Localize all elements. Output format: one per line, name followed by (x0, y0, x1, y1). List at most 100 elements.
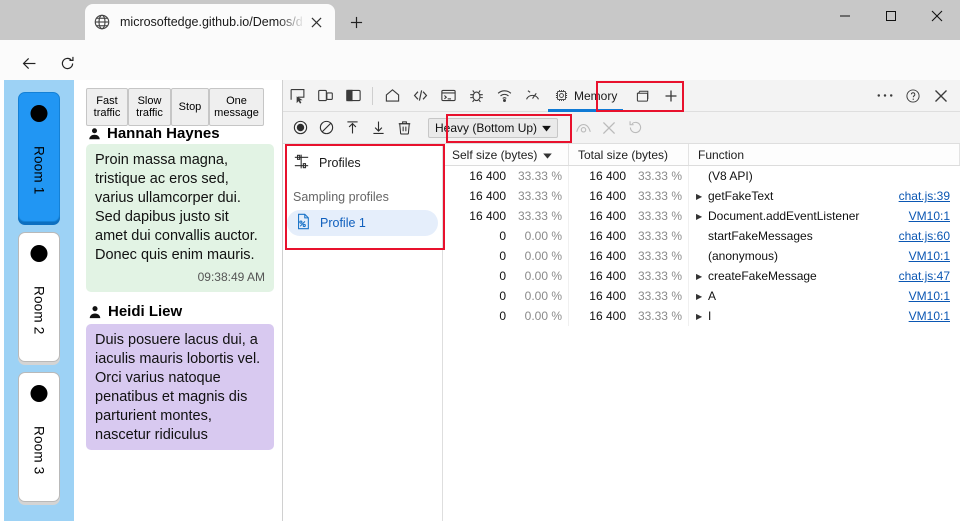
cell-self-size: 16 400 33.33 % (443, 206, 569, 226)
cell-function: ▶ I VM10:1 (689, 306, 960, 326)
console-tab-icon[interactable] (434, 82, 462, 110)
sampling-profiles-label: Sampling profiles (293, 190, 389, 204)
source-link[interactable]: VM10:1 (909, 289, 960, 303)
cell-self-size: 0 0.00 % (443, 226, 569, 246)
source-link[interactable]: VM10:1 (909, 209, 960, 223)
more-tabs-icon[interactable] (629, 82, 657, 110)
focus-eye-icon[interactable] (570, 115, 596, 141)
exclude-x-icon[interactable] (596, 115, 622, 141)
save-down-arrow-icon[interactable] (365, 115, 391, 141)
new-tab-button[interactable] (342, 9, 370, 35)
grid-rows: 16 40033.33 %16 40033.33 %▶(V8 API)16 40… (443, 166, 960, 326)
expand-triangle-icon[interactable]: ▶ (696, 192, 704, 201)
screenshot-root: microsoftedge.github.io/Demos/d Room 1 R… (0, 0, 960, 521)
room-tab-3[interactable]: Room 3 (18, 372, 60, 502)
total-size-percent: 33.33 % (637, 189, 682, 203)
cell-function: ▶(V8 API) (689, 166, 960, 186)
table-row[interactable]: 16 400 33.33 % 16 400 33.33 % ▶ getFakeText ch… (443, 186, 960, 206)
sort-desc-icon (543, 148, 553, 162)
fast-traffic-button[interactable]: Fast traffic (86, 88, 128, 126)
stop-button[interactable]: Stop (171, 88, 209, 126)
expand-triangle-icon[interactable]: ▶ (696, 292, 704, 301)
total-size-value: 16 400 (589, 229, 626, 243)
room-dot-icon (30, 245, 48, 262)
browser-tab[interactable]: microsoftedge.github.io/Demos/d (85, 4, 335, 40)
reload-button[interactable] (52, 48, 82, 78)
expand-triangle-icon[interactable]: ▶ (696, 272, 704, 281)
help-icon[interactable] (899, 82, 927, 110)
devtools-close-icon[interactable] (927, 82, 955, 110)
back-button[interactable] (14, 48, 44, 78)
expand-triangle-icon[interactable]: ▶ (696, 312, 704, 321)
room-tab-1[interactable]: Room 1 (18, 92, 60, 222)
table-row[interactable]: 00.00 %16 40033.33 %▶startFakeMessagesch… (443, 226, 960, 246)
message-author: Heidi Liew (88, 303, 274, 320)
devtools-settings-ellipsis-icon[interactable] (871, 82, 899, 110)
self-size-percent: 0.00 % (524, 229, 562, 243)
person-icon (89, 128, 100, 140)
source-link[interactable]: chat.js:47 (899, 269, 960, 283)
self-size-value: 16 400 (469, 189, 506, 203)
network-tab-icon[interactable] (490, 82, 518, 110)
message-author: Hannah Haynes (88, 128, 274, 142)
add-tab-icon[interactable] (657, 82, 685, 110)
inspect-element-icon[interactable] (283, 82, 311, 110)
table-row[interactable]: 0 0.00 % 16 400 33.33 % ▶ I VM10:1 (443, 306, 960, 326)
message-time: 09:38:49 AM (197, 270, 265, 284)
cell-self-size: 0 0.00 % (443, 286, 569, 306)
devtools-tabbar: Memory (283, 80, 960, 112)
table-row[interactable]: 16 400 33.33 % 16 400 33.33 % ▶(V8 API) (443, 166, 960, 186)
message-text: Proin massa magna, tristique ac eros sed… (95, 152, 258, 263)
view-mode-dropdown[interactable]: Heavy (Bottom Up) (428, 117, 559, 138)
memory-toolbar: Heavy (Bottom Up) (283, 112, 960, 144)
minimize-button[interactable] (822, 0, 868, 32)
close-icon[interactable] (305, 11, 327, 33)
profile-item-1[interactable]: Profile 1 (287, 210, 438, 236)
chevron-down-icon (542, 121, 551, 135)
room-tab-2[interactable]: Room 2 (18, 232, 60, 362)
restore-icon[interactable] (622, 115, 648, 141)
load-up-arrow-icon[interactable] (339, 115, 365, 141)
trash-icon[interactable] (391, 115, 417, 141)
tab-memory[interactable]: Memory (546, 81, 625, 112)
cell-function: ▶ Document.addEventListener VM10:1 (689, 206, 960, 226)
column-header-total-size[interactable]: Total size (bytes) (569, 144, 689, 165)
dock-side-icon[interactable] (339, 82, 367, 110)
cell-self-size: 0 0.00 % (443, 306, 569, 326)
cell-function: ▶(anonymous)VM10:1 (689, 246, 960, 266)
self-size-percent: 33.33 % (517, 169, 562, 183)
clear-icon[interactable] (313, 115, 339, 141)
home-tab-icon[interactable] (378, 82, 406, 110)
table-row[interactable]: 16 400 33.33 % 16 400 33.33 % ▶ Document.addE… (443, 206, 960, 226)
cell-total-size: 16 400 33.33 % (569, 266, 689, 286)
source-link[interactable]: VM10:1 (909, 249, 960, 263)
table-row[interactable]: 00.00 %16 40033.33 %▶(anonymous)VM10:1 (443, 246, 960, 266)
one-message-button[interactable]: One message (209, 88, 264, 126)
device-emulation-icon[interactable] (311, 82, 339, 110)
elements-tab-icon[interactable] (406, 82, 434, 110)
source-link[interactable]: VM10:1 (909, 309, 960, 323)
record-icon[interactable] (287, 115, 313, 141)
source-link[interactable]: chat.js:39 (899, 189, 960, 203)
cell-self-size: 0 0.00 % (443, 246, 569, 266)
function-name: startFakeMessages (708, 229, 813, 243)
window-close-button[interactable] (914, 0, 960, 32)
total-size-value: 16 400 (589, 289, 626, 303)
column-header-self-size[interactable]: Self size (bytes) (443, 144, 569, 165)
table-row[interactable]: 0 0.00 % 16 400 33.33 % ▶ A VM10:1 (443, 286, 960, 306)
column-header-function[interactable]: Function (689, 144, 960, 165)
profile-grid: Self size (bytes) Total size (bytes) Fun… (443, 144, 960, 521)
source-link[interactable]: chat.js:60 (899, 229, 960, 243)
sources-bug-tab-icon[interactable] (462, 82, 490, 110)
function-name: I (708, 309, 712, 323)
table-row[interactable]: 0 0.00 % 16 400 33.33 % ▶ createFakeMessage ch… (443, 266, 960, 286)
chat-controls: Fast traffic Slow traffic Stop One messa… (78, 80, 282, 126)
function-name: getFakeText (708, 189, 774, 203)
total-size-percent: 33.33 % (637, 309, 682, 323)
self-size-percent: 0.00 % (524, 269, 562, 283)
maximize-button[interactable] (868, 0, 914, 32)
self-size-percent: 0.00 % (524, 289, 562, 303)
slow-traffic-button[interactable]: Slow traffic (128, 88, 171, 126)
expand-triangle-icon[interactable]: ▶ (696, 212, 704, 221)
performance-gauge-tab-icon[interactable] (518, 82, 546, 110)
